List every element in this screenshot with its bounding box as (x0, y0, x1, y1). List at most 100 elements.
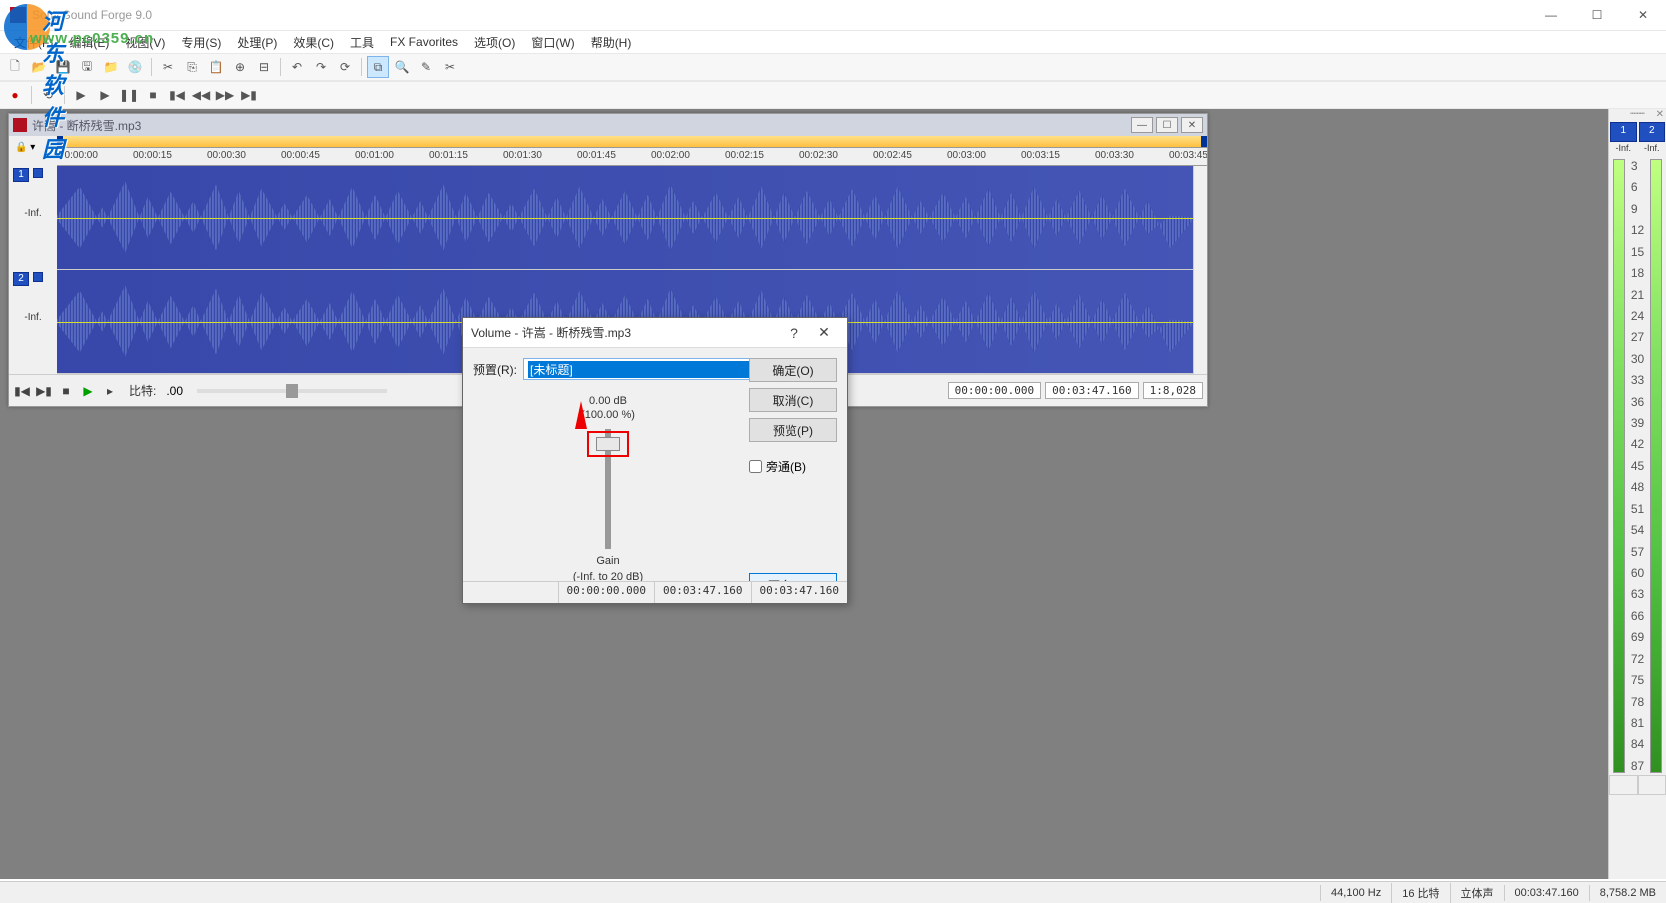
time-position[interactable]: 00:00:00.000 (948, 382, 1041, 399)
meter-inf1: -Inf. (1609, 143, 1638, 157)
status-samplerate: 44,100 Hz (1320, 885, 1391, 901)
time-end[interactable]: 00:03:47.160 (1045, 382, 1138, 399)
edit-tool-icon[interactable]: ⧉ (367, 56, 389, 78)
dlg-time-end: 00:03:47.160 (654, 582, 750, 603)
meter-ch1[interactable]: 1 (1610, 122, 1637, 142)
tick: 00:02:15 (725, 150, 764, 161)
stop-icon[interactable]: ■ (142, 84, 164, 106)
doc-maximize-button[interactable]: ☐ (1156, 117, 1178, 133)
annotation-arrow (575, 401, 587, 429)
redo-icon[interactable]: ↷ (310, 56, 332, 78)
dlg-time-length: 00:03:47.160 (751, 582, 847, 603)
menu-tools[interactable]: 工具 (342, 32, 382, 53)
overview-bar[interactable] (57, 136, 1207, 148)
channel-2-solo[interactable] (33, 272, 43, 282)
tick: 00:02:30 (799, 150, 838, 161)
meter-close-icon[interactable]: ✕ (1656, 109, 1664, 120)
dialog-buttons: 确定(O) 取消(C) 预览(P) 旁通(B) 更多(E)... (749, 358, 837, 597)
app-icon (10, 7, 26, 23)
open-icon[interactable]: 📂 (28, 56, 50, 78)
ok-button[interactable]: 确定(O) (749, 358, 837, 382)
tick: 00:00:30 (207, 150, 246, 161)
menu-file[interactable]: 文件(F) (6, 32, 61, 53)
rewind-icon[interactable]: ◀◀ (190, 84, 212, 106)
menu-process[interactable]: 处理(P) (229, 32, 285, 53)
level-meter-panel: ┅┅┅ ✕ 1 2 -Inf. -Inf. 369 121518 212427 … (1608, 109, 1666, 879)
status-bitdepth: 16 比特 (1391, 883, 1449, 903)
doc-menu-icon[interactable]: ▸ (101, 382, 119, 400)
goto-end-icon[interactable]: ▶▮ (238, 84, 260, 106)
repeat-icon[interactable]: ⟳ (334, 56, 356, 78)
loop-icon[interactable]: ⟲ (37, 84, 59, 106)
menu-view[interactable]: 视图(V) (117, 32, 173, 53)
minimize-button[interactable]: — (1528, 0, 1574, 30)
undo-icon[interactable]: ↶ (286, 56, 308, 78)
maximize-button[interactable]: ☐ (1574, 0, 1620, 30)
cd-icon[interactable]: 💿 (124, 56, 146, 78)
channel-1-inf: -Inf. (9, 208, 57, 219)
document-titlebar[interactable]: 许嵩 - 断桥残雪.mp3 — ☐ ✕ (9, 114, 1207, 136)
menu-effects[interactable]: 效果(C) (285, 32, 342, 53)
menu-fx-favorites[interactable]: FX Favorites (382, 33, 466, 51)
play-all-icon[interactable]: ▶ (70, 84, 92, 106)
menu-window[interactable]: 窗口(W) (523, 32, 582, 53)
preset-select[interactable]: [未标题] ▾ (523, 358, 781, 380)
magnify-icon[interactable]: 🔍 (391, 56, 413, 78)
save-icon[interactable]: 💾 (52, 56, 74, 78)
close-button[interactable]: ✕ (1620, 0, 1666, 30)
doc-goto-start-icon[interactable]: ▮◀ (13, 382, 31, 400)
event-icon[interactable]: ✂ (439, 56, 461, 78)
dialog-titlebar[interactable]: Volume - 许嵩 - 断桥残雪.mp3 ? ✕ (463, 318, 847, 348)
doc-minimize-button[interactable]: — (1131, 117, 1153, 133)
pencil-icon[interactable]: ✎ (415, 56, 437, 78)
rate-slider[interactable] (197, 389, 387, 393)
meter-bar-2 (1650, 159, 1662, 773)
menu-help[interactable]: 帮助(H) (583, 32, 640, 53)
vertical-scrollbar[interactable] (1193, 166, 1207, 374)
doc-stop-icon[interactable]: ■ (57, 382, 75, 400)
bypass-checkbox[interactable] (749, 460, 762, 473)
separator (151, 58, 152, 76)
gain-slider[interactable] (605, 429, 611, 549)
meter-bars: 369 121518 212427 303336 394245 485154 5… (1609, 157, 1666, 775)
copy-icon[interactable]: ⎘ (181, 56, 203, 78)
channel-1[interactable]: 1 -Inf. (57, 166, 1193, 270)
cut-icon[interactable]: ✂ (157, 56, 179, 78)
menu-edit[interactable]: 编辑(E) (61, 32, 117, 53)
trim-icon[interactable]: ⊟ (253, 56, 275, 78)
meter-bottom (1609, 775, 1666, 795)
sample-position[interactable]: 1:8,028 (1143, 382, 1203, 399)
channel-1-badge[interactable]: 1 (13, 168, 29, 182)
doc-close-button[interactable]: ✕ (1181, 117, 1203, 133)
channel-2-badge[interactable]: 2 (13, 272, 29, 286)
goto-start-icon[interactable]: ▮◀ (166, 84, 188, 106)
status-size: 8,758.2 MB (1589, 885, 1666, 901)
meter-ch2[interactable]: 2 (1639, 122, 1666, 142)
volume-dialog: Volume - 许嵩 - 断桥残雪.mp3 ? ✕ 预置(R): [未标题] … (462, 317, 848, 604)
doc-play-icon[interactable]: ▶ (79, 382, 97, 400)
play-icon[interactable]: ▶ (94, 84, 116, 106)
tick: 00:02:45 (873, 150, 912, 161)
mix-icon[interactable]: ⊕ (229, 56, 251, 78)
new-icon[interactable]: 🗋 (4, 56, 26, 78)
pause-icon[interactable]: ❚❚ (118, 84, 140, 106)
dialog-close-icon[interactable]: ✕ (809, 324, 839, 341)
meter-handle[interactable]: ┅┅┅ ✕ (1609, 109, 1666, 121)
menu-options[interactable]: 选项(O) (466, 32, 523, 53)
forward-icon[interactable]: ▶▶ (214, 84, 236, 106)
save-as-icon[interactable]: 🖫 (76, 56, 98, 78)
menu-special[interactable]: 专用(S) (173, 32, 229, 53)
time-ruler[interactable]: 00:00:00 00:00:15 00:00:30 00:00:45 00:0… (57, 148, 1207, 166)
paste-icon[interactable]: 📋 (205, 56, 227, 78)
record-icon[interactable]: ● (4, 84, 26, 106)
doc-goto-end-icon[interactable]: ▶▮ (35, 382, 53, 400)
separator (361, 58, 362, 76)
preview-button[interactable]: 预览(P) (749, 418, 837, 442)
channel-1-solo[interactable] (33, 168, 43, 178)
slider-thumb[interactable] (596, 437, 620, 451)
folder-icon[interactable]: 📁 (100, 56, 122, 78)
dialog-help-icon[interactable]: ? (779, 325, 809, 341)
rate-value: .00 (166, 384, 183, 398)
meter-inf2: -Inf. (1638, 143, 1666, 157)
cancel-button[interactable]: 取消(C) (749, 388, 837, 412)
